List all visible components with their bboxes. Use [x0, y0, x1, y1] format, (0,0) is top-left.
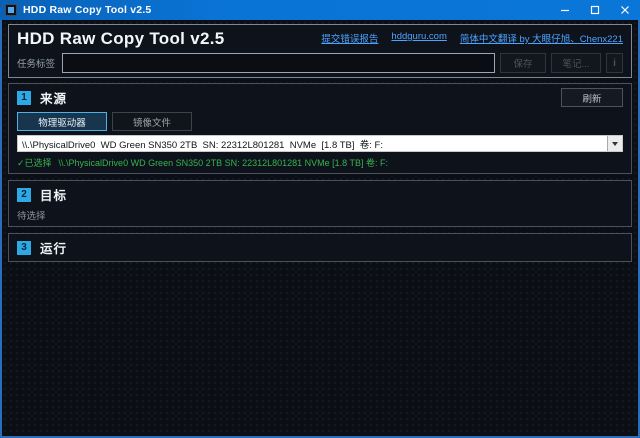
titlebar: HDD Raw Copy Tool v2.5: [0, 0, 640, 20]
source-panel: 1 来源 刷新 物理驱动器 镜像文件 \\.\PhysicalDrive0 WD…: [8, 83, 632, 174]
close-button[interactable]: [610, 0, 640, 20]
header-links: 提交错误报告 hddguru.com 简体中文翻译 by 大眼仔旭、Chenx2…: [321, 29, 623, 45]
header-panel: HDD Raw Copy Tool v2.5 提交错误报告 hddguru.co…: [8, 24, 632, 78]
selected-drive-detail: \\.\PhysicalDrive0 WD Green SN350 2TB SN…: [59, 158, 388, 168]
step-3-badge: 3: [17, 241, 31, 255]
link-hddguru[interactable]: hddguru.com: [391, 31, 446, 45]
run-panel: 3 运行: [8, 233, 632, 262]
step-2-badge: 2: [17, 188, 31, 202]
save-button[interactable]: 保存: [500, 53, 546, 73]
source-type-tabs: 物理驱动器 镜像文件: [17, 112, 623, 131]
tab-image-file[interactable]: 镜像文件: [112, 112, 192, 131]
minimize-button[interactable]: [550, 0, 580, 20]
chevron-down-icon[interactable]: [607, 136, 622, 151]
target-pending-status: 待选择: [17, 208, 623, 222]
refresh-button[interactable]: 刷新: [561, 88, 623, 107]
target-title: 目标: [40, 185, 67, 204]
empty-space: [8, 268, 632, 432]
step-1-badge: 1: [17, 91, 31, 105]
window-title: HDD Raw Copy Tool v2.5: [23, 4, 151, 16]
link-bug-report[interactable]: 提交错误报告: [321, 31, 378, 45]
source-drive-select[interactable]: \\.\PhysicalDrive0 WD Green SN350 2TB SN…: [17, 135, 623, 152]
run-title: 运行: [40, 238, 67, 257]
source-drive-value: \\.\PhysicalDrive0 WD Green SN350 2TB SN…: [18, 137, 607, 151]
notes-button[interactable]: 笔记...: [551, 53, 601, 73]
source-selected-status: ✓已选择 \\.\PhysicalDrive0 WD Green SN350 2T…: [17, 156, 623, 169]
app-window: HDD Raw Copy Tool v2.5 HDD Raw Copy Tool…: [0, 0, 640, 438]
target-panel: 2 目标 待选择: [8, 180, 632, 227]
selected-check-label: ✓已选择: [17, 158, 52, 168]
task-tag-label: 任务标签: [17, 56, 55, 70]
tab-physical-drive[interactable]: 物理驱动器: [17, 112, 107, 131]
app-icon: [5, 4, 17, 16]
info-button[interactable]: i: [606, 53, 623, 73]
maximize-button[interactable]: [580, 0, 610, 20]
link-translation-credit[interactable]: 简体中文翻译 by 大眼仔旭、Chenx221: [460, 31, 623, 45]
task-tag-input[interactable]: [62, 53, 495, 73]
page-title: HDD Raw Copy Tool v2.5: [17, 29, 224, 49]
client-area: HDD Raw Copy Tool v2.5 提交错误报告 hddguru.co…: [0, 20, 640, 438]
source-title: 来源: [40, 88, 67, 107]
